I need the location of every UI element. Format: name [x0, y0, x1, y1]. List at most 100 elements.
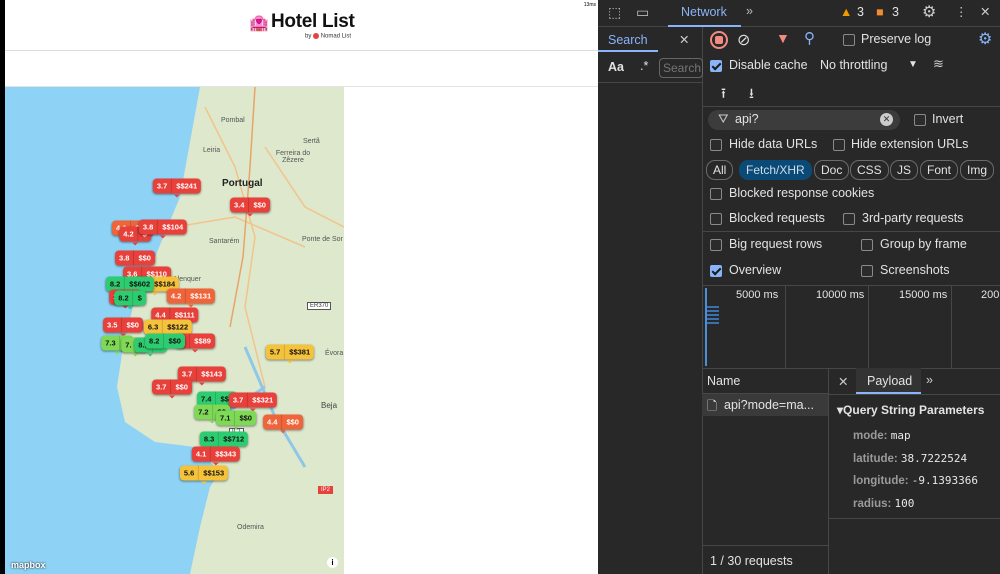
network-conditions-icon[interactable]: ≋: [933, 56, 944, 72]
marker-rating: 4.2: [170, 291, 182, 301]
search-tab[interactable]: Search: [608, 33, 648, 47]
hotel-marker[interactable]: 6.3 $$122: [143, 319, 193, 339]
group-by-frame-checkbox[interactable]: [861, 239, 873, 251]
chip-doc[interactable]: Doc: [814, 160, 850, 180]
chip-fetch-xhr[interactable]: Fetch/XHR: [739, 160, 812, 180]
tab-network[interactable]: Network: [681, 5, 727, 19]
map-label-country: Portugal: [222, 178, 263, 189]
marker-rating: 7.3: [105, 338, 116, 348]
hotel-marker[interactable]: 4.4 $$0: [263, 414, 303, 434]
more-options-icon[interactable]: ⋮: [955, 4, 968, 19]
blocked-cookies-label: Blocked response cookies: [729, 186, 875, 200]
network-settings-icon[interactable]: ⚙: [978, 29, 992, 49]
match-case-toggle[interactable]: Aa: [608, 60, 624, 74]
chevron-down-icon[interactable]: ▼: [908, 59, 918, 70]
error-count[interactable]: 3: [892, 5, 899, 19]
tab-payload[interactable]: Payload: [856, 368, 921, 394]
chip-font[interactable]: Font: [920, 160, 959, 180]
chip-js[interactable]: JS: [890, 160, 919, 180]
hotel-marker[interactable]: 7.1 $$0: [216, 410, 256, 430]
query-param-row: latitude: 38.7222524: [853, 451, 967, 465]
param-key: longitude:: [853, 475, 912, 487]
warning-count[interactable]: 3: [857, 5, 864, 19]
page-title: Hotel List: [271, 11, 355, 32]
error-icon[interactable]: ■: [876, 5, 884, 19]
search-icon[interactable]: ⚲: [804, 29, 815, 47]
marker-price: $$343: [210, 446, 240, 462]
name-column-header[interactable]: Name: [707, 374, 740, 388]
hotel-marker[interactable]: 3.7 $$321: [228, 392, 278, 412]
site-header: 🏩 Hotel List by Nomad List 13ms: [5, 0, 598, 51]
hotel-marker[interactable]: 8.3 $$712: [199, 431, 249, 451]
record-stop-button[interactable]: [710, 31, 728, 49]
warning-icon[interactable]: ▲: [840, 5, 852, 19]
timer-text: 13ms: [583, 2, 596, 8]
more-tabs-button[interactable]: »: [746, 4, 753, 18]
inspect-element-icon[interactable]: ⬚: [608, 4, 621, 21]
hotel-marker[interactable]: 4.2 $$131: [166, 288, 216, 308]
preserve-log-checkbox[interactable]: [843, 34, 855, 46]
clear-icon[interactable]: ⊘: [737, 30, 750, 50]
hotel-marker[interactable]: 5.7 $$381: [265, 344, 315, 364]
search-input[interactable]: [659, 58, 703, 78]
device-toggle-icon[interactable]: ▭: [636, 4, 649, 21]
map-label: Évora: [325, 350, 344, 357]
blocked-requests-checkbox[interactable]: [710, 213, 722, 225]
request-count: 1 / 30 requests: [710, 554, 793, 568]
hotel-marker[interactable]: 3.8 $$104: [138, 219, 188, 239]
param-value: -9.1393366: [911, 474, 978, 487]
blocked-cookies-checkbox[interactable]: [710, 188, 722, 200]
filter-input[interactable]: ⛛ api? ✕: [708, 110, 900, 130]
query-params-section[interactable]: ▾Query String Parameters: [837, 403, 984, 417]
hotel-marker[interactable]: 3.7 $$0: [152, 379, 192, 399]
clear-filter-icon[interactable]: ✕: [880, 113, 893, 126]
param-value: 100: [894, 496, 915, 510]
marker-rating: 3.7: [156, 181, 168, 191]
hotel-marker[interactable]: 3.5 $$0: [103, 317, 143, 337]
hotel-marker[interactable]: 3.4 $$0: [230, 197, 270, 217]
hide-data-urls-checkbox[interactable]: [710, 139, 722, 151]
import-har-icon[interactable]: ⭱: [721, 83, 726, 107]
settings-gear-icon[interactable]: ⚙: [922, 2, 936, 22]
third-party-checkbox[interactable]: [843, 213, 855, 225]
hide-extension-urls-label: Hide extension URLs: [851, 137, 969, 151]
big-rows-checkbox[interactable]: [710, 239, 722, 251]
info-icon[interactable]: i: [327, 557, 338, 568]
chip-css[interactable]: CSS: [850, 160, 889, 180]
request-row[interactable]: 🗋 api?mode=ma...: [702, 394, 828, 416]
hotel-marker[interactable]: 8.2 $: [114, 290, 146, 310]
chip-img[interactable]: Img: [960, 160, 995, 180]
hotel-marker[interactable]: 3.8 $$0: [115, 250, 155, 270]
byline[interactable]: by Nomad List: [305, 33, 351, 40]
marker-price: $$241: [171, 178, 201, 194]
overview-checkbox[interactable]: [710, 265, 722, 277]
marker-rating: 3.8: [119, 253, 130, 263]
timeline-tick: 10000 ms: [816, 289, 865, 301]
hotel-marker[interactable]: 8.2 $$0: [145, 333, 185, 353]
close-search-icon[interactable]: ✕: [679, 32, 689, 47]
byline-by: by: [305, 33, 312, 40]
chip-all[interactable]: All: [706, 160, 734, 180]
invert-checkbox[interactable]: [914, 114, 926, 126]
regex-toggle[interactable]: .*: [640, 59, 648, 73]
disable-cache-checkbox[interactable]: [710, 60, 722, 72]
devtools-panel: ⬚ ▭ Network » ▲ 3 ■ 3 ⚙ ⋮ ✕ Search ✕ Aa …: [598, 0, 1000, 574]
screenshots-checkbox[interactable]: [861, 265, 873, 277]
hotel-map[interactable]: Pombal Leiria Sertã Ferreira do Zêzere P…: [5, 87, 344, 574]
more-detail-tabs-button[interactable]: »: [926, 373, 933, 387]
throttling-select[interactable]: No throttling: [820, 58, 887, 72]
hotel-marker[interactable]: 3.7 $$241: [152, 178, 202, 198]
hide-extension-urls-checkbox[interactable]: [833, 139, 845, 151]
filter-icon[interactable]: ▼: [776, 30, 790, 46]
export-har-icon[interactable]: ⭳: [749, 83, 754, 107]
map-label: Leiria: [203, 147, 221, 154]
close-details-icon[interactable]: ✕: [838, 374, 848, 389]
hotel-marker[interactable]: 5.6 $$153: [179, 465, 229, 485]
marker-price: $$712: [218, 431, 248, 447]
marker-price: $$131: [185, 288, 215, 304]
hotel-marker[interactable]: 4.1 $$343: [191, 446, 241, 466]
document-icon: 🗋: [707, 399, 718, 413]
network-overview-timeline[interactable]: 5000 ms 10000 ms 15000 ms 200: [702, 286, 1000, 368]
mapbox-logo[interactable]: mapbox: [11, 560, 46, 570]
close-devtools-icon[interactable]: ✕: [980, 4, 990, 19]
